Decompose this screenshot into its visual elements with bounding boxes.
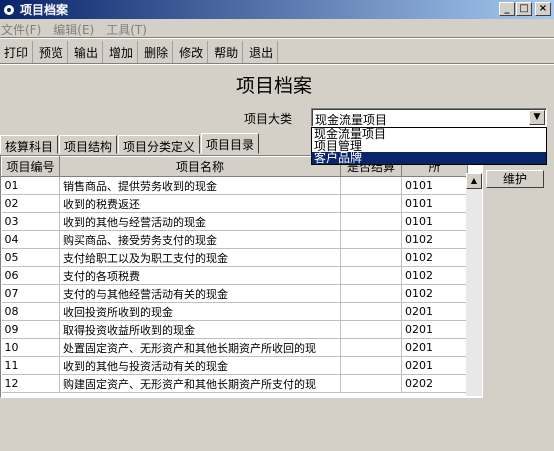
cell-code[interactable]: 05 xyxy=(1,248,60,267)
cell-code[interactable]: 02 xyxy=(1,194,60,213)
table-row[interactable]: 10 处置固定资产、无形资产和其他长期资产所收回的现 0201 xyxy=(1,338,468,357)
print-button[interactable]: 打印 xyxy=(0,41,34,63)
cell-name[interactable]: 购买商品、接受劳务支付的现金 xyxy=(59,230,341,249)
close-button[interactable]: × xyxy=(535,2,551,16)
menu-file[interactable]: 文件(F) xyxy=(0,19,47,37)
modify-button[interactable]: 修改 xyxy=(175,41,209,63)
column-header-name[interactable]: 项目名称 xyxy=(59,156,341,177)
table-row[interactable]: 06 支付的各项税费 0102 xyxy=(1,266,468,285)
preview-button[interactable]: 预览 xyxy=(35,41,69,63)
category-option-highlighted[interactable]: 客户品牌 xyxy=(312,152,546,164)
menu-bar: 文件(F) 编辑(E) 工具(T) xyxy=(0,19,554,37)
table-row[interactable]: 07 支付的与其他经营活动有关的现金 0102 xyxy=(1,284,468,303)
cell-code[interactable]: 03 xyxy=(1,212,60,231)
add-button[interactable]: 增加 xyxy=(105,41,139,63)
category-select-value: 现金流量项目 xyxy=(315,113,388,127)
chevron-down-icon[interactable]: ▼ xyxy=(529,110,545,125)
maximize-button[interactable]: □ xyxy=(516,2,532,16)
cell-class[interactable]: 0102 xyxy=(401,284,468,303)
tab-category-definition[interactable]: 项目分类定义 xyxy=(118,135,201,154)
cell-class[interactable]: 0201 xyxy=(401,302,468,321)
category-dropdown-list: 现金流量项目 项目管理 客户品牌 xyxy=(311,127,547,165)
cell-class[interactable]: 0101 xyxy=(401,212,468,231)
toolbar: 打印 预览 输出 增加 删除 修改 帮助 退出 xyxy=(0,41,280,63)
table-row[interactable]: 12 购建固定资产、无形资产和其他长期资产所支付的现 0202 xyxy=(1,374,468,393)
cell-code[interactable]: 01 xyxy=(1,176,60,195)
cell-class[interactable]: 0202 xyxy=(401,374,468,393)
cell-settled[interactable] xyxy=(340,302,402,321)
exit-button[interactable]: 退出 xyxy=(245,41,279,63)
cell-class[interactable]: 0101 xyxy=(401,194,468,213)
project-table: 项目编号 项目名称 是否结算 所 01 销售商品、提供劳务收到的现金 0101 02 收… xyxy=(0,155,483,398)
table-row[interactable]: 05 支付给职工以及为职工支付的现金 0102 xyxy=(1,248,468,267)
cell-settled[interactable] xyxy=(340,374,402,393)
cell-name[interactable]: 支付给职工以及为职工支付的现金 xyxy=(59,248,341,267)
cell-class[interactable]: 0102 xyxy=(401,230,468,249)
cell-code[interactable]: 08 xyxy=(1,302,60,321)
cell-code[interactable]: 12 xyxy=(1,374,60,393)
title-bar: 项目档案 _ □ × xyxy=(0,0,554,19)
cell-settled[interactable] xyxy=(340,212,402,231)
cell-settled[interactable] xyxy=(340,266,402,285)
toolbar-separator xyxy=(0,63,554,65)
export-button[interactable]: 输出 xyxy=(70,41,104,63)
cell-code[interactable]: 09 xyxy=(1,320,60,339)
menu-tools[interactable]: 工具(T) xyxy=(106,19,153,37)
tab-project-directory[interactable]: 项目目录 xyxy=(201,133,260,154)
cell-code[interactable]: 04 xyxy=(1,230,60,249)
category-select[interactable]: 现金流量项目 ▼ xyxy=(311,108,547,127)
cell-name[interactable]: 处置固定资产、无形资产和其他长期资产所收回的现 xyxy=(59,338,341,357)
cell-name[interactable]: 支付的各项税费 xyxy=(59,266,341,285)
cell-name[interactable]: 收到的税费返还 xyxy=(59,194,341,213)
vertical-scrollbar[interactable]: ▲ xyxy=(466,173,482,396)
menu-edit[interactable]: 编辑(E) xyxy=(53,19,100,37)
category-label: 项目大类 xyxy=(244,112,293,126)
tab-accounting-subject[interactable]: 核算科目 xyxy=(0,135,59,154)
cell-class[interactable]: 0101 xyxy=(401,176,468,195)
cell-settled[interactable] xyxy=(340,284,402,303)
table-row[interactable]: 08 收回投资所收到的现金 0201 xyxy=(1,302,468,321)
cell-class[interactable]: 0201 xyxy=(401,356,468,375)
cell-class[interactable]: 0102 xyxy=(401,266,468,285)
cell-code[interactable]: 11 xyxy=(1,356,60,375)
page-title: 项目档案 xyxy=(236,75,313,97)
cell-name[interactable]: 支付的与其他经营活动有关的现金 xyxy=(59,284,341,303)
cell-code[interactable]: 06 xyxy=(1,266,60,285)
cell-name[interactable]: 收到的其他与经营活动的现金 xyxy=(59,212,341,231)
cell-name[interactable]: 销售商品、提供劳务收到的现金 xyxy=(59,176,341,195)
cell-settled[interactable] xyxy=(340,320,402,339)
cell-code[interactable]: 07 xyxy=(1,284,60,303)
app-icon xyxy=(4,4,14,15)
table-row[interactable]: 04 购买商品、接受劳务支付的现金 0102 xyxy=(1,230,468,249)
cell-settled[interactable] xyxy=(340,356,402,375)
table-row[interactable]: 09 取得投资收益所收到的现金 0201 xyxy=(1,320,468,339)
table-row[interactable]: 02 收到的税费返还 0101 xyxy=(1,194,468,213)
table-row[interactable]: 11 收到的其他与投资活动有关的现金 0201 xyxy=(1,356,468,375)
minimize-button[interactable]: _ xyxy=(499,2,515,16)
window-title: 项目档案 xyxy=(20,3,69,17)
cell-settled[interactable] xyxy=(340,230,402,249)
cell-name[interactable]: 取得投资收益所收到的现金 xyxy=(59,320,341,339)
cell-name[interactable]: 收回投资所收到的现金 xyxy=(59,302,341,321)
cell-class[interactable]: 0201 xyxy=(401,320,468,339)
cell-code[interactable]: 10 xyxy=(1,338,60,357)
delete-button[interactable]: 删除 xyxy=(140,41,174,63)
table-row[interactable]: 03 收到的其他与经营活动的现金 0101 xyxy=(1,212,468,231)
tab-bar: 核算科目 项目结构 项目分类定义 项目目录 xyxy=(0,133,260,155)
maintain-button[interactable]: 维护 xyxy=(486,170,544,188)
cell-name[interactable]: 购建固定资产、无形资产和其他长期资产所支付的现 xyxy=(59,374,341,393)
cell-settled[interactable] xyxy=(340,248,402,267)
menu-separator xyxy=(0,37,554,39)
tab-project-structure[interactable]: 项目结构 xyxy=(59,135,118,154)
cell-settled[interactable] xyxy=(340,176,402,195)
cell-class[interactable]: 0102 xyxy=(401,248,468,267)
table-row[interactable]: 01 销售商品、提供劳务收到的现金 0101 xyxy=(1,176,468,195)
cell-settled[interactable] xyxy=(340,194,402,213)
column-header-code[interactable]: 项目编号 xyxy=(1,156,60,177)
scroll-up-icon[interactable]: ▲ xyxy=(466,173,482,189)
help-button[interactable]: 帮助 xyxy=(210,41,244,63)
cell-name[interactable]: 收到的其他与投资活动有关的现金 xyxy=(59,356,341,375)
cell-settled[interactable] xyxy=(340,338,402,357)
cell-class[interactable]: 0201 xyxy=(401,338,468,357)
